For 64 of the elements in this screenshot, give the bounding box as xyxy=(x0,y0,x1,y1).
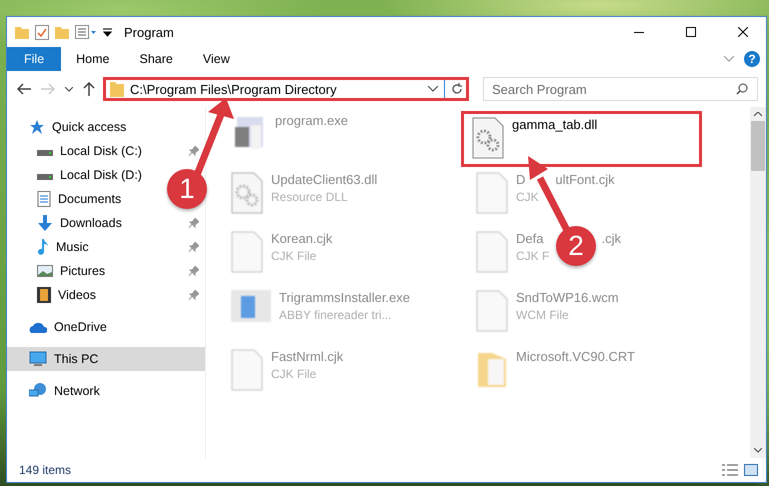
folder-icon xyxy=(110,81,124,97)
refresh-icon[interactable] xyxy=(451,83,463,95)
sidebar-item[interactable]: Pictures xyxy=(60,264,106,278)
file-icon xyxy=(476,172,508,214)
monitor-icon xyxy=(29,351,47,367)
file-type: CJK xyxy=(516,190,539,204)
film-icon xyxy=(37,287,51,303)
sidebar-item[interactable]: Local Disk (D:) xyxy=(60,168,142,182)
window-title: Program xyxy=(124,24,175,40)
sidebar-item[interactable]: OneDrive xyxy=(54,320,107,334)
recent-locations-button[interactable] xyxy=(63,84,75,94)
sidebar-item[interactable]: Quick access xyxy=(52,120,126,134)
address-bar[interactable]: C:\Program Files\Program Directory xyxy=(103,77,469,101)
ribbon-tab[interactable]: Home xyxy=(61,47,124,71)
file-name[interactable]: gamma_tab.dll xyxy=(512,117,598,132)
maximize-icon[interactable] xyxy=(686,27,696,37)
file-type: CJK F xyxy=(516,249,550,263)
picture-icon xyxy=(37,265,53,277)
sidebar-item[interactable]: Network xyxy=(54,384,100,398)
up-button[interactable] xyxy=(81,80,97,98)
window-app-icon xyxy=(231,290,271,322)
file-type: CJK File xyxy=(271,367,316,381)
sidebar-item[interactable]: Local Disk (C:) xyxy=(60,144,142,158)
sidebar-item[interactable]: Documents xyxy=(58,192,122,206)
sidebar-item[interactable]: Downloads xyxy=(60,216,122,230)
address-path: C:\Program Files\Program Directory xyxy=(130,82,338,96)
sidebar-item[interactable]: Videos xyxy=(58,288,96,302)
sidebar-item[interactable]: Music xyxy=(56,240,89,254)
expand-ribbon-icon[interactable] xyxy=(724,56,734,62)
details-view-icon[interactable] xyxy=(722,464,738,476)
scrollbar-thumb[interactable] xyxy=(751,121,765,171)
download-icon xyxy=(37,215,53,231)
checklist-icon[interactable] xyxy=(35,24,49,40)
file-icon xyxy=(231,231,263,273)
settings-file-icon xyxy=(231,172,263,214)
document-icon xyxy=(37,191,51,207)
music-note-icon xyxy=(37,239,49,255)
scroll-down-icon[interactable] xyxy=(754,448,762,453)
cloud-icon xyxy=(29,321,47,333)
search-field[interactable]: Search Program xyxy=(483,77,758,101)
file-icon xyxy=(476,290,508,332)
file-menu-button[interactable]: File xyxy=(7,47,62,71)
star-icon xyxy=(29,119,45,135)
item-count: 149 items xyxy=(19,463,72,477)
scrollbar[interactable] xyxy=(750,107,766,458)
dropdown-caret-icon[interactable] xyxy=(428,86,438,92)
file-icon xyxy=(476,231,508,273)
close-icon[interactable] xyxy=(738,27,748,37)
file-icon xyxy=(231,349,263,391)
help-icon[interactable]: ? xyxy=(744,51,760,67)
file-type: ABBY finereader tri... xyxy=(279,308,392,322)
customize-caret-icon[interactable] xyxy=(103,27,112,37)
sidebar-item[interactable]: This PC xyxy=(7,347,205,371)
ribbon-tab[interactable]: Share xyxy=(124,47,188,71)
back-button[interactable] xyxy=(15,81,33,97)
ribbon-tab[interactable]: View xyxy=(188,47,245,71)
settings-file-icon xyxy=(472,117,504,159)
file-type: Resource DLL xyxy=(271,190,348,204)
file-type: CJK File xyxy=(271,249,316,263)
scroll-up-icon[interactable] xyxy=(754,112,762,117)
network-icon xyxy=(29,383,47,399)
file-type: WCM File xyxy=(516,308,569,322)
large-icons-view-icon[interactable] xyxy=(744,464,758,476)
properties-icon[interactable] xyxy=(75,25,97,39)
